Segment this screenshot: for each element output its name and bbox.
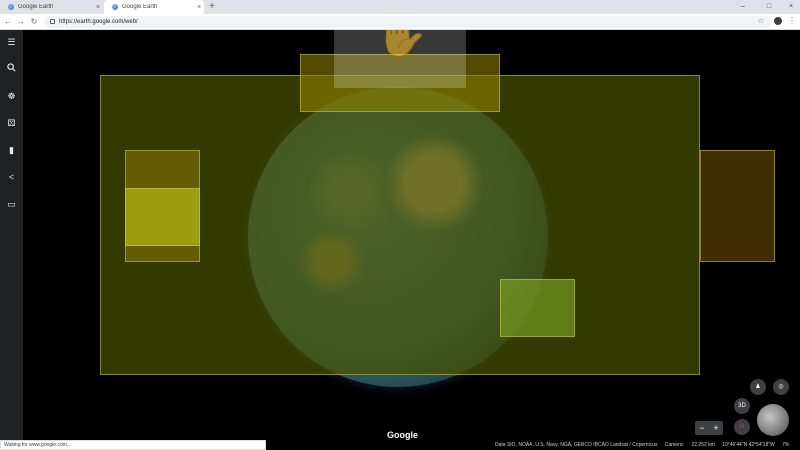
feeling-lucky-icon[interactable]: ⚄ — [4, 116, 19, 131]
forward-arrow-icon[interactable]: → — [15, 16, 27, 28]
back-arrow-icon[interactable]: ← — [2, 16, 14, 28]
attribution-bar: Data SIO, NOAA, U.S. Navy, NGA, GEBCO IB… — [495, 442, 795, 448]
tab-google-earth-1[interactable]: Google Earth × — [0, 0, 103, 14]
zoom-in-button[interactable]: + — [709, 421, 723, 435]
overlay-region-center — [500, 279, 575, 337]
browser-window: Google Earth × Google Earth × + – □ × ← … — [0, 0, 800, 450]
tab-strip: Google Earth × Google Earth × + – □ × — [0, 0, 800, 14]
more-menu-icon[interactable]: ⋮ — [788, 15, 796, 27]
camera-label: Camera: — [664, 442, 685, 448]
profile-avatar-icon[interactable] — [774, 17, 782, 25]
tab-title: Google Earth — [18, 4, 54, 10]
measure-icon[interactable]: ▭ — [4, 197, 19, 212]
zoom-out-button[interactable]: − — [695, 421, 709, 435]
overlay-region-left-inner — [125, 188, 200, 246]
toggle-3d-button[interactable]: 3D — [734, 398, 750, 414]
search-icon-glyph — [7, 63, 16, 72]
earth-viewport[interactable]: ✋ Google Data SIO, NOAA, U.S. Navy, NGA,… — [23, 30, 800, 450]
new-tab-button[interactable]: + — [206, 1, 218, 13]
close-icon[interactable]: × — [194, 4, 204, 11]
google-logo: Google — [387, 430, 418, 440]
attribution-text: Data SIO, NOAA, U.S. Navy, NGA, GEBCO IB… — [495, 442, 658, 448]
minimap-globe[interactable] — [757, 404, 789, 436]
my-location-icon[interactable]: ◎ — [773, 379, 789, 395]
zoom-controls: − + — [695, 421, 723, 435]
camera-altitude: 22,252 km — [691, 442, 715, 448]
overlay-region-right — [700, 150, 775, 262]
compass-icon[interactable]: N — [734, 419, 750, 435]
voyager-icon[interactable]: ☸ — [4, 89, 19, 104]
tab-title: Google Earth — [122, 4, 158, 10]
lock-icon — [50, 19, 55, 24]
bookmark-star-icon[interactable]: ☆ — [758, 16, 764, 28]
left-rail: ☰ ☸ ⚄ ▮ < ▭ — [0, 30, 23, 450]
address-toolbar: ← → ↻ https://earth.google.com/web/ ☆ ⋮ — [0, 14, 800, 30]
reload-icon[interactable]: ↻ — [28, 16, 40, 28]
percent-readout: 7% — [782, 442, 790, 448]
tab-google-earth-2[interactable]: Google Earth × — [104, 0, 204, 14]
minimize-button[interactable]: – — [730, 0, 756, 14]
projects-icon[interactable]: ▮ — [4, 143, 19, 158]
status-bar: Waiting for www.google.com... — [0, 440, 266, 450]
close-window-button[interactable]: × — [778, 0, 800, 14]
close-icon[interactable]: × — [93, 4, 103, 11]
hand-cursor-icon: ✋ — [374, 30, 429, 59]
google-earth-favicon-icon — [112, 4, 118, 10]
google-earth-favicon-icon — [8, 4, 14, 10]
url-text[interactable]: https://earth.google.com/web/ — [59, 16, 138, 28]
pegman-icon[interactable]: ♟ — [750, 379, 766, 395]
share-icon[interactable]: < — [4, 170, 19, 185]
address-bar[interactable]: https://earth.google.com/web/ ☆ — [44, 16, 772, 28]
search-icon[interactable] — [4, 62, 19, 77]
coordinates-readout: 10°46'44"N 42°54'18"W — [722, 442, 775, 448]
menu-icon[interactable]: ☰ — [4, 35, 19, 50]
